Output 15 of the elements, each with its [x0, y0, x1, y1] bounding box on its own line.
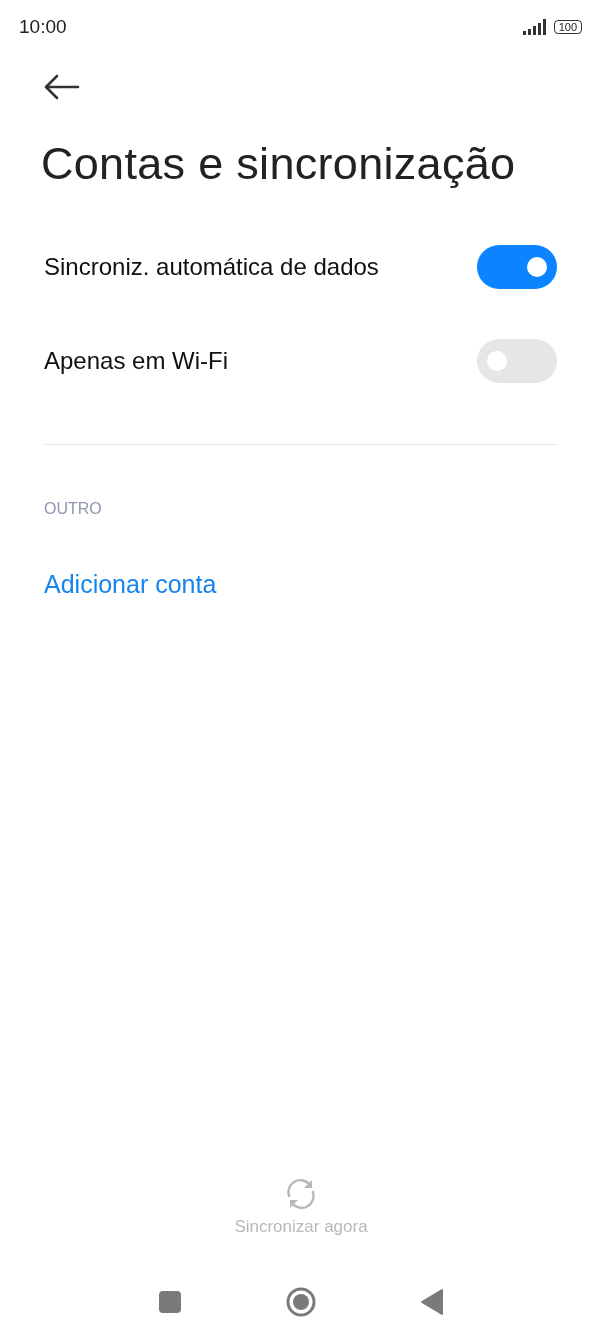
setting-label: Sincroniz. automática de dados — [44, 253, 379, 281]
home-icon[interactable] — [286, 1287, 316, 1317]
back-arrow-icon[interactable] — [44, 74, 80, 100]
back-triangle-icon[interactable] — [421, 1289, 443, 1315]
toggle-switch[interactable] — [477, 339, 557, 383]
recents-icon[interactable] — [159, 1291, 181, 1313]
signal-icon — [522, 19, 548, 35]
page-title: Contas e sincronização — [41, 138, 517, 190]
setting-label: Apenas em Wi-Fi — [44, 347, 229, 375]
status-time: 10:00 — [19, 16, 67, 38]
toggle-switch[interactable] — [477, 245, 557, 289]
section-header: OUTRO — [44, 500, 103, 518]
battery-level: 100 — [553, 20, 582, 34]
add-account-link[interactable]: Adicionar conta — [44, 570, 217, 599]
sync-icon — [284, 1177, 318, 1211]
